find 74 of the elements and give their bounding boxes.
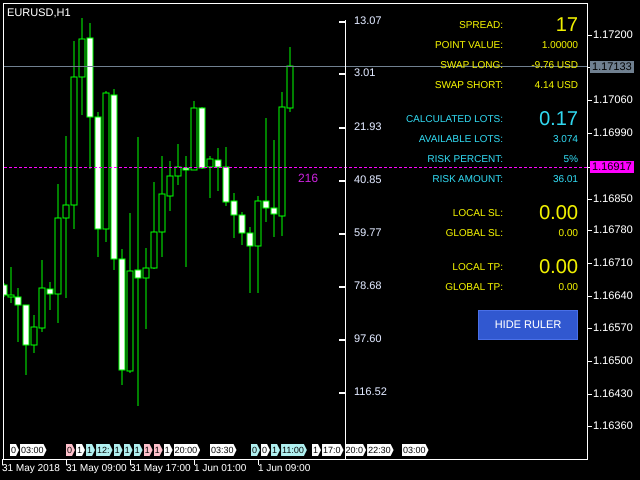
time-tag: 1: [144, 444, 153, 456]
time-tag: 1: [312, 444, 322, 456]
info-value: 4.14 USD: [534, 78, 578, 92]
price-label: 1.16780: [593, 224, 633, 236]
time-tag: 1: [271, 444, 280, 456]
info-label: POINT VALUE:: [435, 38, 503, 52]
price-label: 1.16990: [593, 127, 633, 139]
price-label: 1.16570: [593, 322, 633, 334]
time-label: 1 Jun 01:00: [194, 463, 246, 475]
ruler-scale-label: 21.93: [354, 121, 382, 133]
info-value: 0.00: [558, 280, 578, 294]
time-tag: 1: [164, 444, 173, 456]
info-label: RISK PERCENT:: [427, 152, 503, 166]
ruler-scale-label: 59.77: [354, 227, 382, 239]
price-label: 1.16500: [593, 355, 633, 367]
time-tag: 1: [134, 444, 143, 456]
time-tag: 03:30: [210, 444, 237, 456]
time-tag: 0: [251, 444, 260, 456]
price-label: 1.16640: [593, 290, 633, 302]
info-value: 5%: [562, 152, 578, 166]
info-label: RISK AMOUNT:: [432, 172, 503, 186]
price-marker: 1.16917: [590, 161, 634, 173]
info-label: CALCULATED LOTS:: [406, 112, 503, 126]
ruler-scale-label: 3.01: [354, 67, 376, 79]
info-label: LOCAL TP:: [452, 260, 503, 274]
time-label: 1 Jun 09:00: [258, 463, 310, 475]
time-label: 31 May 2018: [2, 463, 60, 475]
time-tag: 03:00: [402, 444, 429, 456]
time-tag: 0: [261, 444, 270, 456]
price-label: 1.16850: [593, 193, 633, 205]
price-label: 1.16430: [593, 388, 633, 400]
time-tag: 1: [76, 444, 86, 456]
price-marker: 1.17133: [590, 61, 634, 73]
ruler-scale-label: 78.68: [354, 280, 382, 292]
info-label: SWAP SHORT:: [434, 78, 503, 92]
ruler-scale-label: 40.85: [354, 174, 382, 186]
ruler-reading: 216: [298, 170, 318, 187]
time-tag: 11:00: [281, 444, 307, 456]
time-tag: 1: [154, 444, 163, 456]
time-tag: 1: [114, 444, 123, 456]
price-label: 1.16360: [593, 420, 633, 432]
time-tag: 1: [124, 444, 133, 456]
time-tag: 20:00: [174, 444, 200, 456]
time-tag: 0: [66, 444, 76, 456]
ruler-scale-label: 13.07: [354, 15, 382, 27]
info-label: AVAILABLE LOTS:: [418, 132, 503, 146]
info-value: 3.074: [552, 132, 578, 146]
ruler-scale-label: 116.52: [354, 386, 387, 398]
time-label: 31 May 09:00: [66, 463, 127, 475]
window-title: EURUSD,H1: [7, 6, 71, 21]
info-value: 0.17: [538, 109, 578, 129]
time-tag: 20:0: [344, 444, 366, 456]
time-label: 31 May 17:00: [130, 463, 191, 475]
info-value: 0.00: [538, 203, 578, 223]
price-label: 1.16710: [593, 257, 633, 269]
time-tag: 22:30: [367, 444, 394, 456]
info-value: 17: [554, 15, 578, 35]
time-tag: 03:00: [20, 444, 47, 456]
time-tag: 0: [10, 444, 20, 456]
info-value: 0.00: [538, 257, 578, 277]
time-tag: 1: [86, 444, 96, 456]
price-label: 1.17200: [593, 29, 633, 41]
info-label: GLOBAL TP:: [445, 280, 503, 294]
info-value: 0.00: [558, 226, 578, 240]
info-label: GLOBAL SL:: [446, 226, 503, 240]
info-value: 36.01: [552, 172, 578, 186]
ruler-scale-label: 97.60: [354, 333, 382, 345]
time-tag: 17:0: [322, 444, 344, 456]
time-tag: 12:: [96, 444, 113, 456]
info-label: SPREAD:: [459, 18, 503, 32]
hide-ruler-button[interactable]: HIDE RULER: [478, 310, 578, 340]
price-label: 1.17060: [593, 94, 633, 106]
info-value: 1.00000: [540, 38, 578, 52]
info-label: LOCAL SL:: [452, 206, 503, 220]
